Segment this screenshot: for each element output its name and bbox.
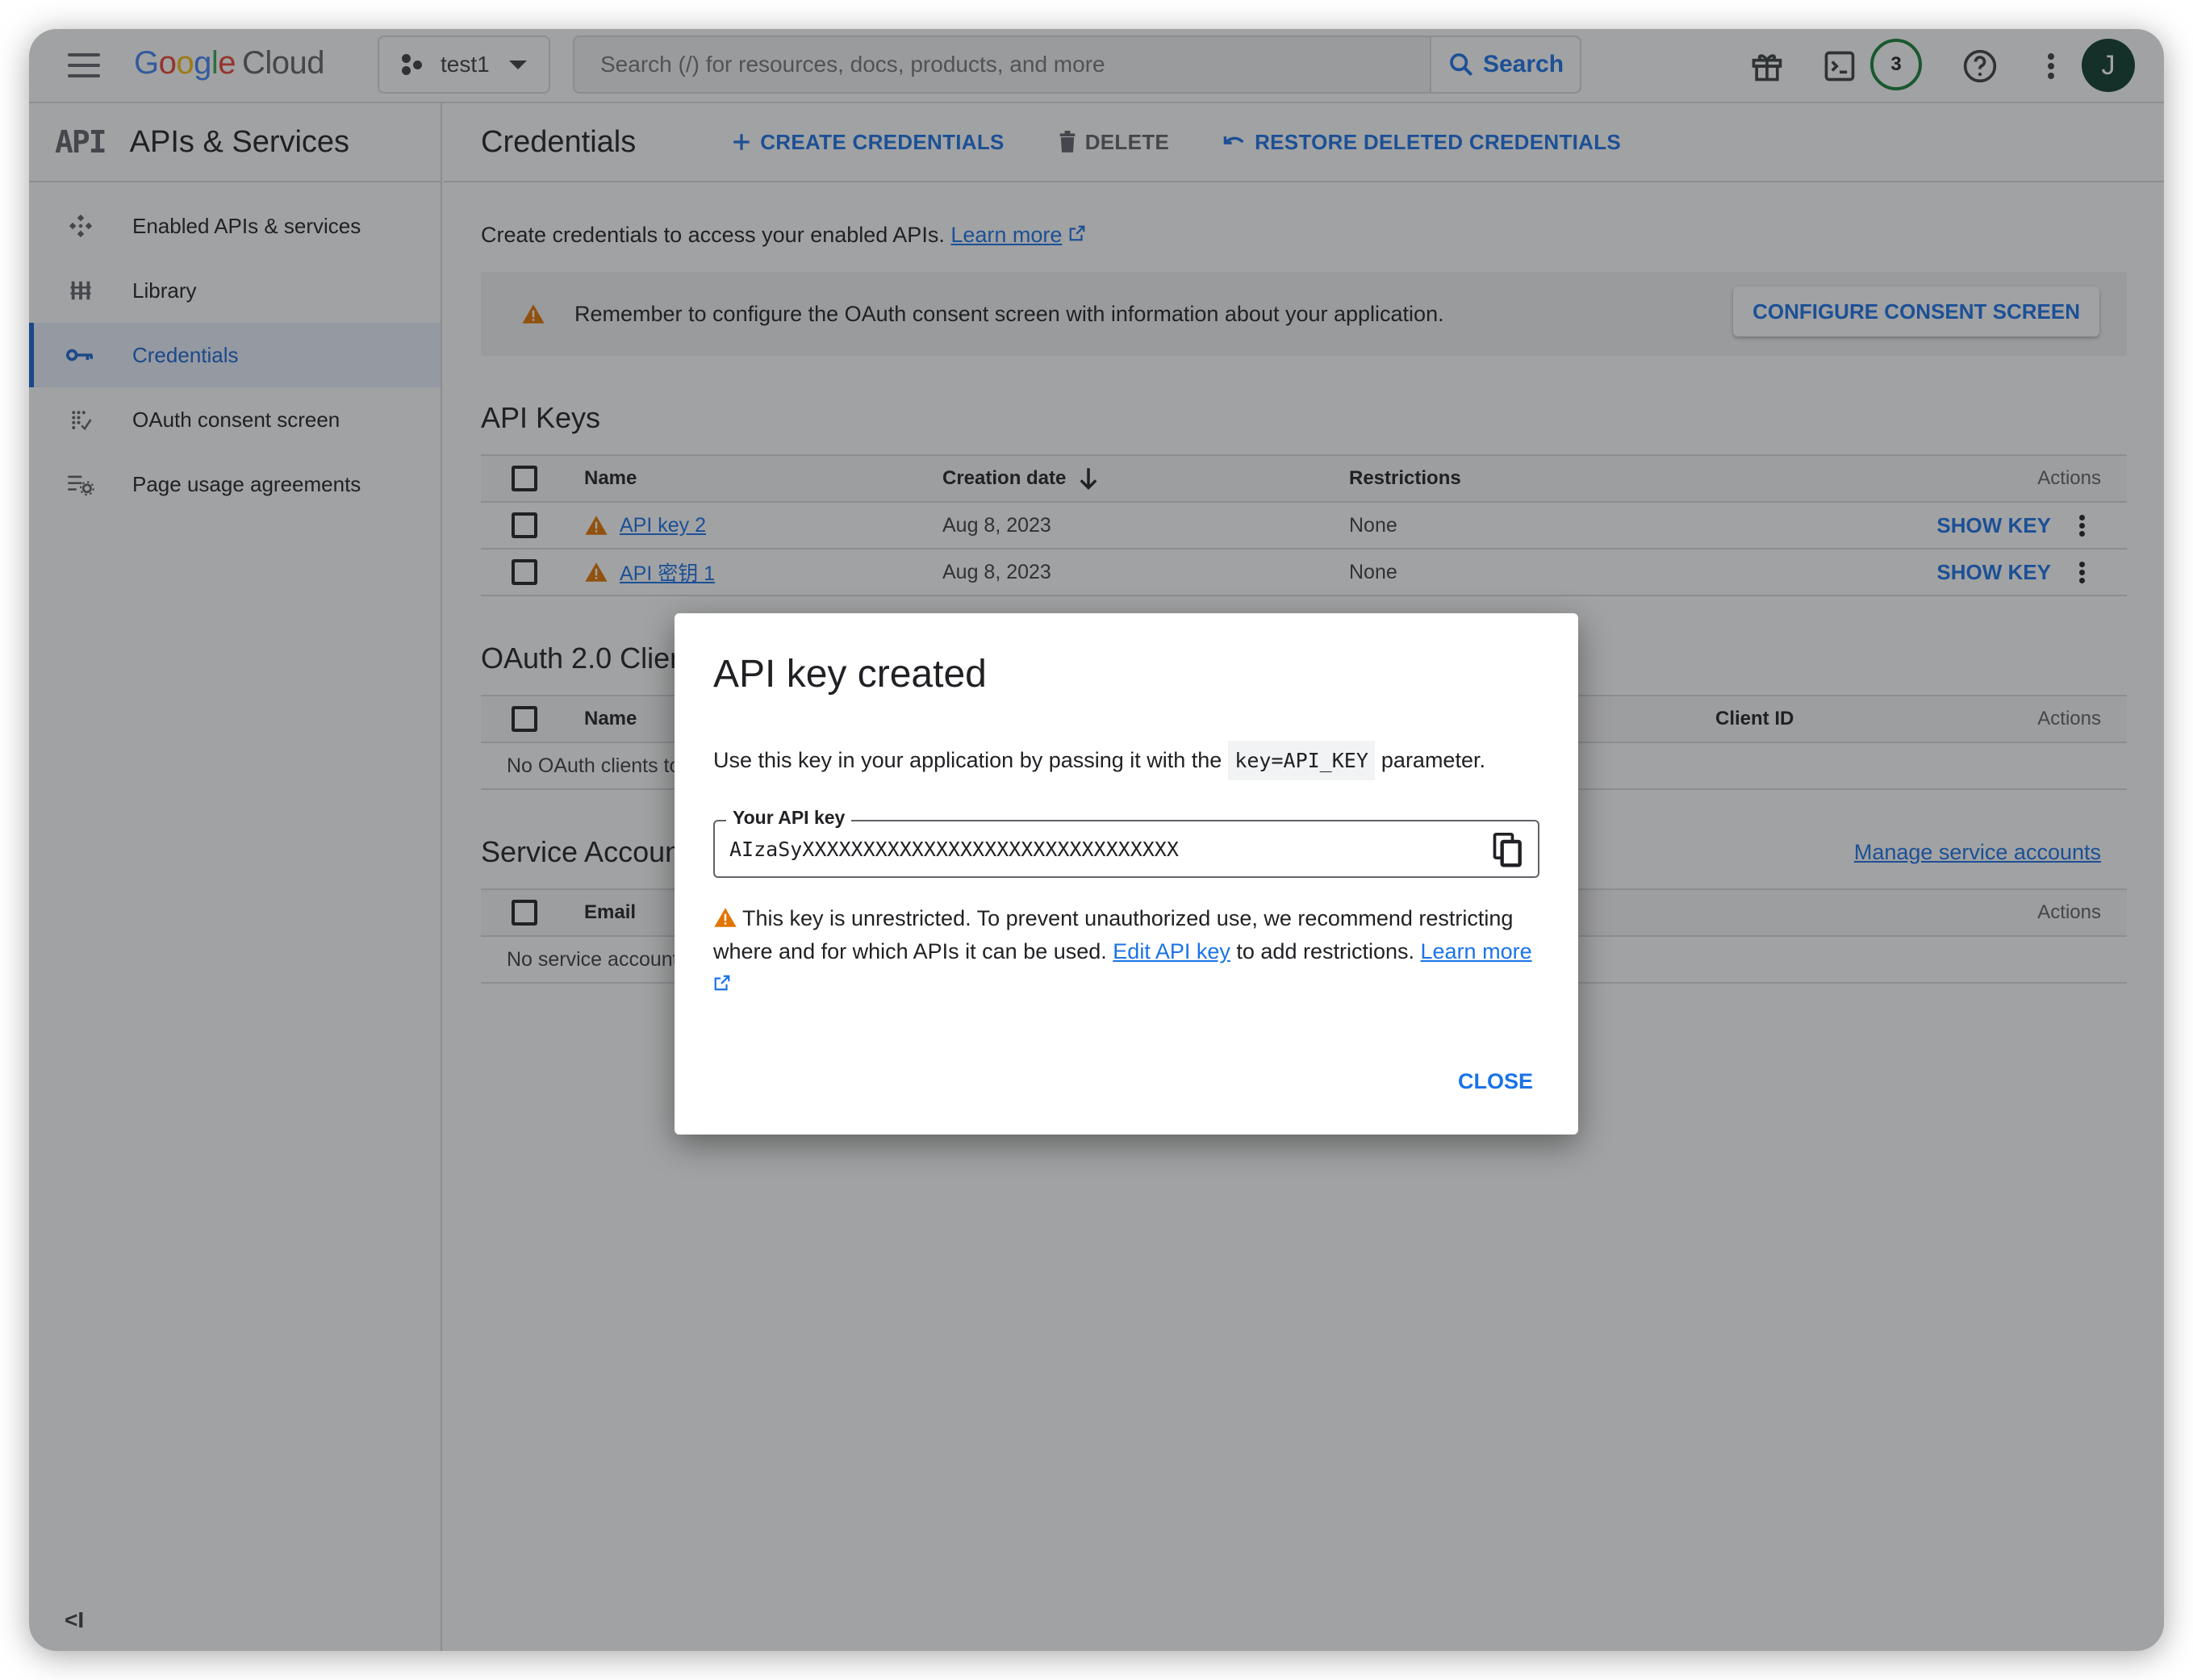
api-key-field[interactable]: Your API key AIzaSyXXXXXXXXXXXXXXXXXXXXX… — [713, 807, 1539, 878]
dialog-desc-code: key=API_KEY — [1228, 741, 1375, 780]
learn-more-link[interactable]: Learn more — [1421, 939, 1532, 963]
warning-icon — [714, 908, 737, 927]
warning-text: to add restrictions. — [1236, 939, 1414, 963]
dialog-warning: This key is unrestricted. To prevent una… — [713, 902, 1536, 1001]
close-button[interactable]: CLOSE — [1458, 1069, 1533, 1094]
api-key-label: Your API key — [726, 807, 852, 829]
api-key-created-dialog: API key created Use this key in your app… — [675, 613, 1578, 1135]
api-key-value[interactable]: AIzaSyXXXXXXXXXXXXXXXXXXXXXXXXXXXXXXX — [729, 838, 1179, 861]
dialog-description: Use this key in your application by pass… — [713, 741, 1485, 780]
dialog-title: API key created — [713, 653, 987, 696]
dialog-desc-text: parameter. — [1381, 748, 1485, 772]
external-link-icon — [714, 975, 730, 991]
edit-api-key-link[interactable]: Edit API key — [1113, 939, 1230, 963]
browser-window: GoogleCloud test1 Search 3 — [29, 29, 2164, 1651]
dialog-desc-text: Use this key in your application by pass… — [713, 748, 1222, 772]
copy-icon[interactable] — [1493, 833, 1523, 872]
